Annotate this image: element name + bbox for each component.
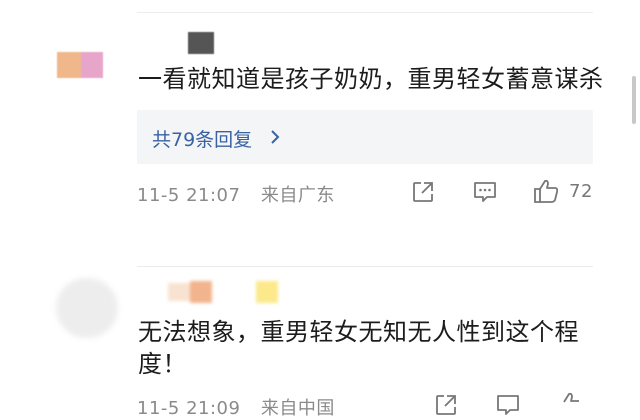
share-icon[interactable] (411, 180, 435, 204)
avatar[interactable] (56, 278, 118, 338)
username-redacted[interactable] (168, 281, 282, 303)
comment-location: 来自广东 (260, 185, 335, 206)
top-divider (137, 12, 593, 13)
chevron-right-icon (270, 129, 280, 145)
avatar[interactable] (57, 52, 103, 78)
comment-location: 来自中国 (260, 398, 335, 419)
scrollbar[interactable] (632, 76, 636, 124)
username-redacted[interactable] (188, 32, 214, 54)
comment-meta: 11-5 21:09 来自中国 (137, 394, 335, 420)
comment-text-continued: 度！ (138, 350, 187, 378)
comment-time: 11-5 21:09 (137, 398, 241, 419)
reply-summary-box[interactable]: 共79条回复 (137, 110, 593, 164)
reply-count-link[interactable]: 共79条回复 (152, 125, 252, 152)
comment-meta: 11-5 21:07 来自广东 (137, 181, 335, 207)
comment-divider (137, 266, 593, 267)
like-icon[interactable] (532, 178, 560, 204)
share-icon[interactable] (434, 393, 458, 417)
comment-text: 一看就知道是孩子奶奶，重男轻女蓄意谋杀 (138, 65, 604, 93)
comment-text: 无法想象，重男轻女无知无人性到这个程 (138, 318, 579, 346)
like-count: 72 (569, 181, 593, 202)
comment-icon[interactable] (495, 393, 521, 417)
like-icon[interactable] (556, 391, 584, 417)
comment-icon[interactable] (472, 180, 498, 204)
comment-time: 11-5 21:07 (137, 185, 241, 206)
